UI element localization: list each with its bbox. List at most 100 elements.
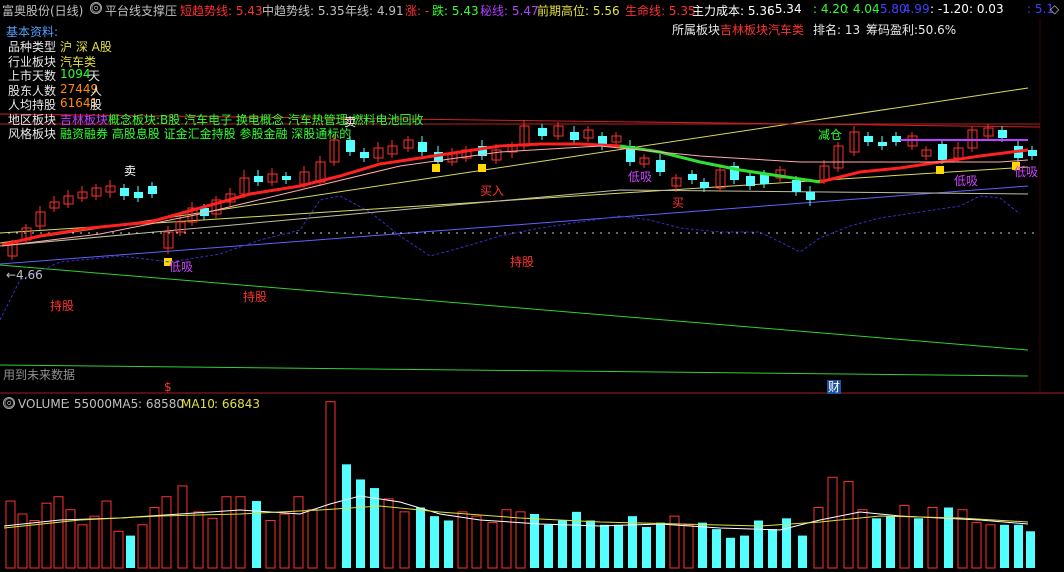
volume-bar-down — [530, 514, 539, 568]
candle-body-down — [360, 152, 369, 158]
candle-body-down — [656, 160, 665, 172]
candle-body-down — [1028, 150, 1037, 156]
volume-bar-down — [126, 535, 135, 568]
candle-body-down — [688, 174, 697, 180]
volume-bar-up — [399, 511, 410, 569]
annotation-hold: 持股 — [510, 255, 535, 269]
candle-body-down — [998, 130, 1007, 138]
candlestick-chart[interactable] — [0, 0, 1064, 572]
annotation-reduce: 减仓 — [818, 128, 843, 142]
volume-bar-down — [754, 520, 763, 568]
stock-chart-window: 富奥股份(日线) ◎ 平台线支撑压 短趋势线: 5.43 中趋势线: 5.35 年线… — [0, 0, 1064, 572]
volume-bar-up — [137, 524, 148, 569]
candle-body-down — [282, 176, 291, 180]
volume-bar-up — [113, 530, 124, 569]
ma10-value: : 66843 — [214, 397, 261, 411]
volume-bar-up — [279, 513, 290, 569]
candle-body-down — [878, 142, 887, 146]
low-buy-marker — [478, 164, 486, 172]
annotation-sell: 卖 — [344, 115, 357, 129]
candle-body-down — [570, 132, 579, 140]
candle-body-down — [864, 136, 873, 142]
annotation-low-buy: 低吸 — [169, 260, 194, 274]
ma5-label: MA5 — [112, 397, 139, 411]
volume-bar-up — [29, 519, 40, 569]
volume-bar-up — [5, 500, 16, 569]
volume-bar-up — [235, 496, 246, 569]
volume-bar-up — [501, 509, 512, 569]
rank-text: 排名: 13 — [813, 23, 861, 37]
candle-body-down — [120, 188, 129, 196]
volume-bar-up — [515, 511, 526, 569]
volume-bar-up — [487, 522, 498, 569]
bottom-line-green — [0, 364, 1029, 377]
price-low-label: ←4.66 — [6, 268, 43, 282]
candle-body-down — [792, 180, 801, 192]
annotation-low-buy: 低吸 — [954, 174, 979, 188]
volume-bar-up — [827, 476, 838, 569]
volume-bar-down — [544, 524, 553, 568]
profit-value: :50.6% — [914, 23, 957, 37]
info-row-label: 风格板块 — [8, 127, 57, 141]
low-buy-marker — [936, 166, 944, 174]
volume-bar-up — [325, 401, 336, 569]
volume-bar-up — [457, 511, 468, 569]
volume-bar-down — [944, 507, 953, 568]
candle-body-down — [148, 186, 157, 194]
volume-bar-down — [768, 529, 777, 568]
volume-bar-up — [89, 515, 100, 569]
short-trend-line-right — [819, 148, 1029, 184]
annotation-hold: 持股 — [50, 299, 75, 313]
volume-bar-down — [1026, 531, 1035, 568]
future-data-label: 用到未来数据 — [3, 368, 76, 382]
volume-bar-up — [65, 509, 76, 569]
volume-bar-up — [899, 504, 910, 569]
annotation-buy-in: 买入 — [480, 184, 505, 198]
volume-bar-down — [798, 535, 807, 568]
short-trend-line — [1, 142, 621, 247]
volume-bar-up — [985, 524, 996, 569]
volume-bar-down — [642, 526, 651, 568]
volume-bar-down — [872, 518, 881, 568]
volume-bar-up — [265, 519, 276, 569]
info-row-value: 融资融券 高股息股 证金汇金持股 参股金融 深股通标的 — [60, 127, 352, 141]
gray-ma-line — [0, 189, 1029, 247]
candle-body-down — [538, 128, 547, 136]
volume-bar-up — [927, 507, 938, 569]
volume-bar-down — [886, 516, 895, 568]
info-row-value: 1094 — [60, 67, 91, 81]
annotation-low-buy: 低吸 — [1014, 165, 1039, 179]
volume-bar-up — [161, 496, 172, 569]
volume-bar-down — [444, 520, 453, 568]
profit-label: 筹码盈利 — [866, 23, 915, 37]
volume-bar-down — [342, 464, 351, 568]
marker-dollar[interactable]: $ — [164, 380, 172, 394]
expand-icon[interactable]: ◇ — [1050, 2, 1059, 16]
volume-bar-down — [430, 516, 439, 568]
settings-circle-icon[interactable]: ◎ — [3, 396, 15, 409]
candle-body-down — [746, 176, 755, 186]
volume-bar-up — [471, 515, 482, 569]
volume-bar-up — [971, 522, 982, 569]
candle-body-down — [892, 136, 901, 142]
candle-body-down — [806, 192, 815, 200]
volume-bar-down — [356, 479, 365, 568]
volume-bar-down — [1000, 524, 1009, 568]
volume-bar-up — [77, 524, 88, 569]
volume-value: : 55000 — [66, 397, 113, 411]
volume-bar-down — [726, 537, 735, 568]
support-line-green — [0, 264, 1029, 351]
volume-bar-up — [307, 509, 318, 569]
blue-trend-line — [0, 185, 1029, 265]
volume-bar-down — [656, 522, 665, 568]
volume-label[interactable]: VOLUME — [18, 397, 68, 411]
candle-body-down — [134, 192, 143, 198]
volume-bar-up — [383, 498, 394, 569]
volume-bar-down — [370, 488, 379, 568]
volume-bar-up — [221, 496, 232, 569]
candle-body-down — [254, 176, 263, 182]
marker-finance[interactable]: 财 — [827, 380, 842, 394]
volume-header: ◎ VOLUME : 55000 MA5 : 68580 MA10 : 6684… — [0, 395, 1064, 413]
volume-bar-down — [712, 529, 721, 568]
volume-bar-down — [600, 524, 609, 568]
